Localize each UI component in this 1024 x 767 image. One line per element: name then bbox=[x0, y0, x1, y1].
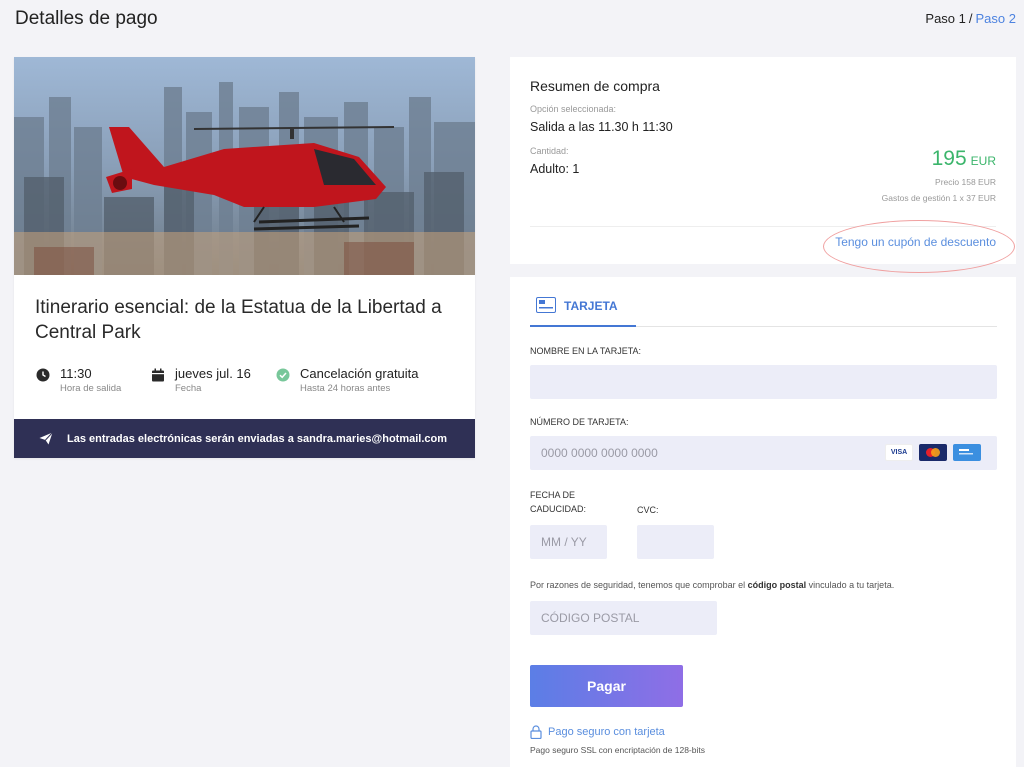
cvc-input[interactable] bbox=[637, 525, 714, 559]
page-title: Detalles de pago bbox=[15, 8, 158, 29]
security-note-bold: código postal bbox=[747, 580, 807, 590]
check-circle-icon bbox=[276, 368, 290, 382]
step-2-link[interactable]: Paso 2 bbox=[976, 11, 1016, 26]
coupon-highlight-circle bbox=[823, 220, 1015, 273]
expiry-label-line-2: CADUCIDAD: bbox=[530, 504, 587, 514]
date-value: jueves jul. 16 bbox=[175, 366, 251, 381]
calendar-icon bbox=[152, 368, 164, 382]
expiry-label: FECHA DE CADUCIDAD: bbox=[530, 488, 586, 516]
credit-card-icon bbox=[536, 297, 556, 313]
card-logos: VISA bbox=[885, 444, 981, 461]
cancel-value: Cancelación gratuita bbox=[300, 366, 419, 381]
tour-photo bbox=[14, 57, 475, 275]
lock-icon bbox=[530, 725, 542, 739]
price-currency: EUR bbox=[970, 154, 996, 168]
step-indicator: Paso 1/Paso 2 bbox=[925, 11, 1016, 26]
expiry-input[interactable] bbox=[530, 525, 607, 559]
generic-card-icon bbox=[953, 444, 981, 461]
tour-date: jueves jul. 16 Fecha bbox=[151, 366, 251, 400]
visa-icon: VISA bbox=[885, 444, 913, 461]
ssl-note: Pago seguro SSL con encriptación de 128-… bbox=[530, 745, 705, 755]
secure-payment-text: Pago seguro con tarjeta bbox=[548, 726, 665, 738]
card-number-label: NÚMERO DE TARJETA: bbox=[530, 417, 629, 427]
quantity-label: Cantidad: bbox=[530, 146, 569, 156]
time-label: Hora de salida bbox=[60, 383, 122, 394]
send-icon bbox=[39, 432, 53, 445]
mastercard-icon bbox=[919, 444, 947, 461]
tickets-email-text: Las entradas electrónicas serán enviadas… bbox=[67, 432, 448, 445]
tour-title: Itinerario esencial: de la Estatua de la… bbox=[35, 297, 442, 343]
pay-button[interactable]: Pagar bbox=[530, 665, 683, 707]
postal-code-input[interactable] bbox=[530, 601, 717, 635]
security-note-post: vinculado a tu tarjeta. bbox=[806, 580, 895, 590]
option-value: Salida a las 11.30 h 11:30 bbox=[530, 120, 673, 134]
security-note-pre: Por razones de seguridad, tenemos que co… bbox=[530, 580, 748, 590]
tour-card: Itinerario esencial: de la Estatua de la… bbox=[14, 57, 475, 458]
tab-underline bbox=[636, 326, 997, 327]
tab-card-label: TARJETA bbox=[564, 299, 618, 313]
cancellation-policy: Cancelación gratuita Hasta 24 horas ante… bbox=[276, 366, 419, 400]
departure-time: 11:30 Hora de salida bbox=[36, 366, 121, 400]
security-note: Por razones de seguridad, tenemos que co… bbox=[530, 580, 894, 590]
summary-title: Resumen de compra bbox=[530, 78, 660, 94]
cancel-label: Hasta 24 horas antes bbox=[300, 383, 391, 394]
clock-icon bbox=[36, 368, 50, 382]
time-value: 11:30 bbox=[60, 366, 92, 381]
step-1: Paso 1 bbox=[925, 11, 966, 26]
expiry-label-line-1: FECHA DE bbox=[530, 490, 576, 500]
tickets-email-bar: Las entradas electrónicas serán enviadas… bbox=[14, 419, 475, 458]
secure-payment-link[interactable]: Pago seguro con tarjeta bbox=[530, 725, 665, 739]
card-name-input[interactable] bbox=[530, 365, 997, 399]
price-amount: 195 bbox=[931, 147, 967, 170]
step-separator: / bbox=[968, 11, 973, 26]
total-price: 195 EUR bbox=[932, 147, 996, 171]
quantity-value: Adulto: 1 bbox=[530, 162, 580, 176]
base-price-note: Precio 158 EUR bbox=[935, 177, 996, 187]
payment-form: TARJETA NOMBRE EN LA TARJETA: NÚMERO DE … bbox=[510, 277, 1016, 767]
cvc-label: CVC: bbox=[637, 505, 659, 515]
date-label: Fecha bbox=[175, 383, 202, 394]
tab-card[interactable]: TARJETA bbox=[530, 297, 636, 327]
option-label: Opción seleccionada: bbox=[530, 104, 617, 114]
fee-note: Gastos de gestión 1 x 37 EUR bbox=[881, 193, 996, 203]
card-name-label: NOMBRE EN LA TARJETA: bbox=[530, 346, 642, 356]
